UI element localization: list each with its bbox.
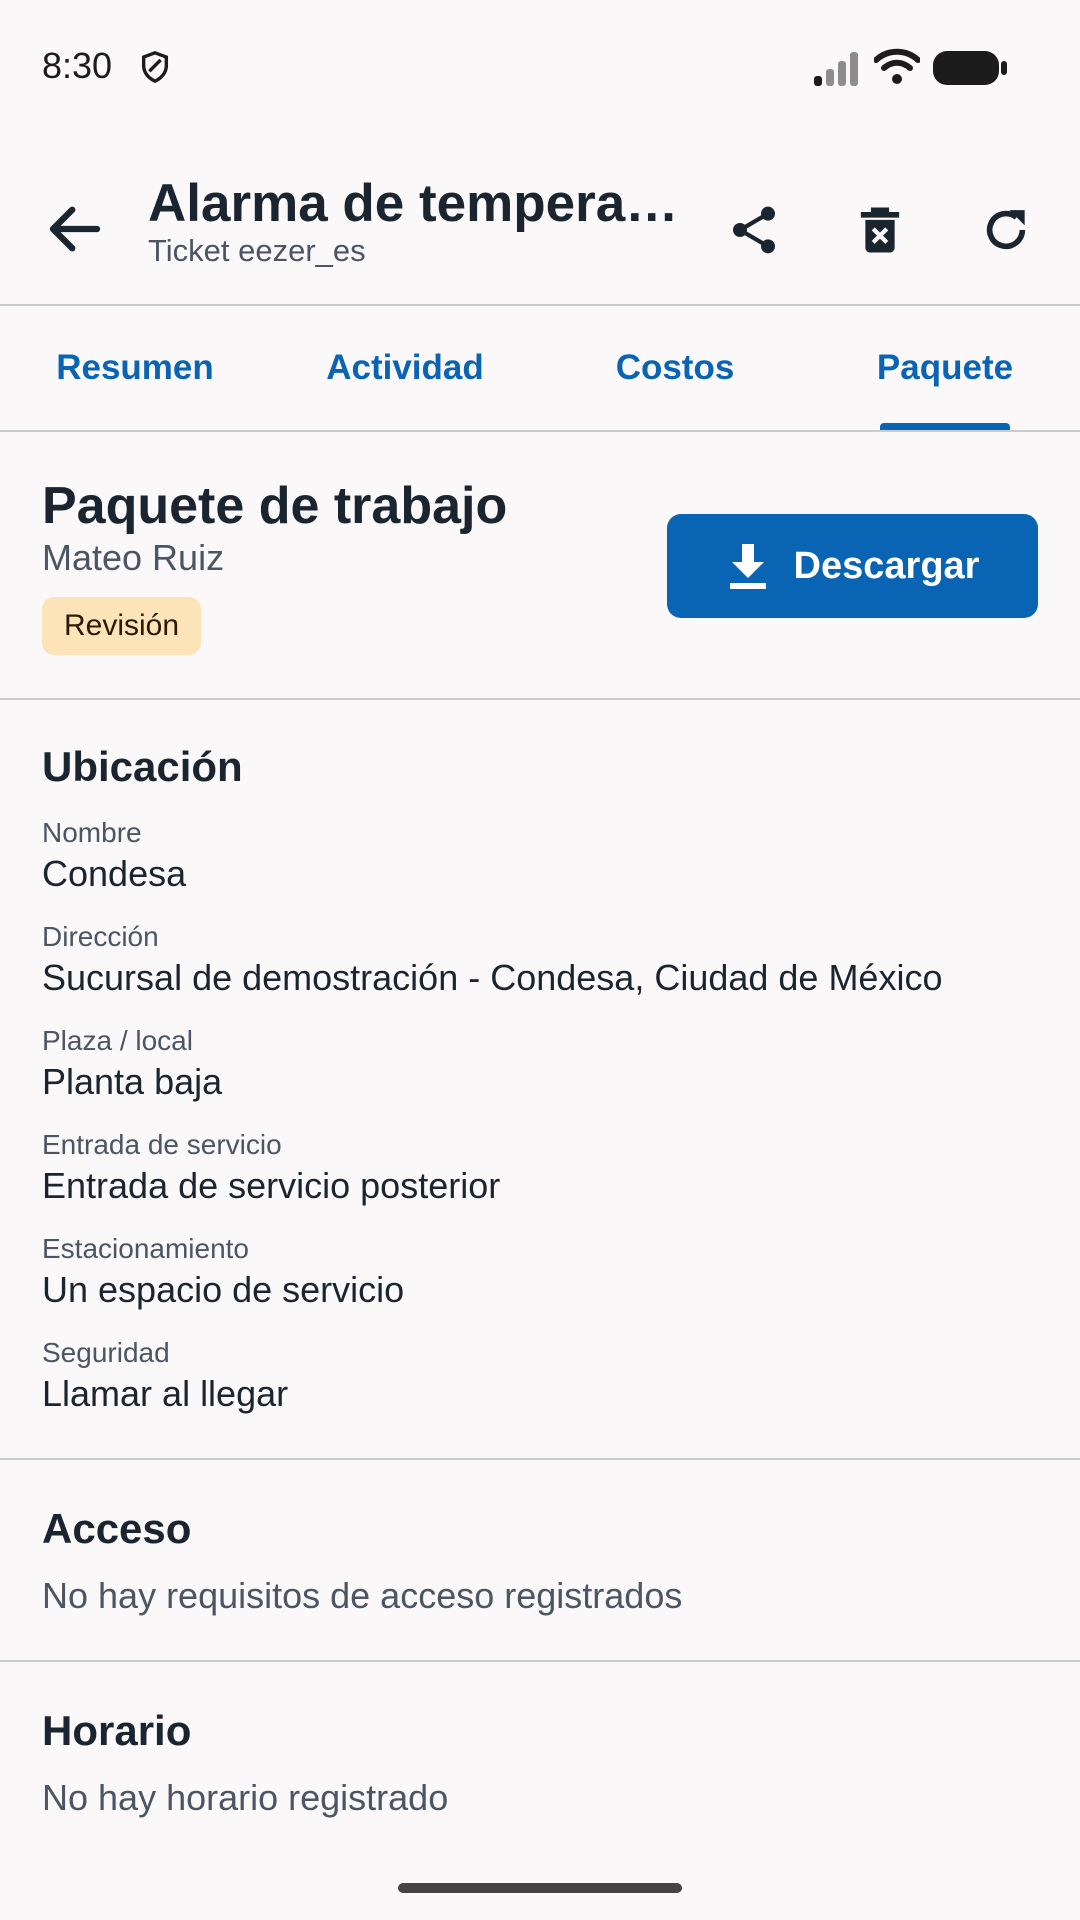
download-label: Descargar [793,544,980,587]
package-header: Paquete de trabajo Mateo Ruiz Revisión D… [0,432,1080,700]
field-value-nombre: Condesa [42,853,187,894]
delete-icon [860,207,900,253]
download-button[interactable]: Descargar [667,514,1038,618]
field-label-nombre: Nombre [42,817,142,848]
package-title: Paquete de trabajo [42,477,508,535]
package-owner: Mateo Ruiz [42,537,225,578]
location-section: Ubicación Nombre Condesa Dirección Sucur… [0,700,1080,1460]
field-label-entrada: Entrada de servicio [42,1129,282,1160]
access-title: Acceso [42,1505,192,1552]
field-value-estacionamiento: Un espacio de servicio [42,1269,405,1310]
battery-icon [933,51,1007,85]
field-value-plaza: Planta baja [42,1061,223,1102]
wifi-icon [874,48,920,84]
back-arrow-icon[interactable] [42,196,108,262]
tab-actividad[interactable]: Actividad [270,306,540,430]
field-value-seguridad: Llamar al llegar [42,1373,289,1414]
status-time: 8:30 [42,45,113,86]
share-button[interactable] [714,190,794,270]
access-section: Acceso No hay requisitos de acceso regis… [0,1460,1080,1662]
delete-button[interactable] [840,190,920,270]
location-title: Ubicación [42,743,243,790]
page-title: Alarma de temperatura [148,174,688,233]
field-label-seguridad: Seguridad [42,1337,170,1368]
status-bar: 8:30 [0,0,1080,134]
tab-bar: Resumen Actividad Costos Paquete [0,306,1080,432]
share-icon [733,206,775,254]
tab-paquete[interactable]: Paquete [810,306,1080,430]
field-label-estacionamiento: Estacionamiento [42,1233,250,1264]
tab-costos[interactable]: Costos [540,306,810,430]
access-text: No hay requisitos de acceso registrados [42,1575,683,1616]
refresh-icon [986,210,1026,250]
field-label-direccion: Dirección [42,921,159,952]
schedule-section: Horario No hay horario registrado [0,1662,1080,1920]
field-label-plaza: Plaza / local [42,1025,193,1056]
tab-selected-indicator [880,423,1010,430]
shield-icon [141,51,169,84]
refresh-button[interactable] [966,190,1046,270]
schedule-title: Horario [42,1707,192,1754]
app-bar: Alarma de temperatura Ticket eezer_es [0,134,1080,306]
field-value-direccion: Sucursal de demostración - Condesa, Ciud… [42,957,943,998]
tab-resumen[interactable]: Resumen [0,306,270,430]
signal-icon [814,52,858,86]
status-badge: Revisión [42,597,202,655]
home-indicator[interactable] [398,1883,682,1893]
field-value-entrada: Entrada de servicio posterior [42,1165,501,1206]
page-subtitle: Ticket eezer_es [148,233,366,268]
schedule-text: No hay horario registrado [42,1777,449,1818]
download-icon [729,544,766,589]
